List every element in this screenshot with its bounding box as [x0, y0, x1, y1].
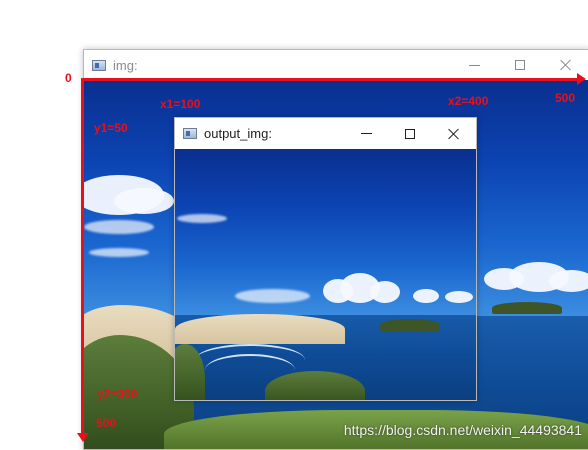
- output-window-title: output_img:: [204, 126, 272, 141]
- x1-label: x1=100: [160, 97, 201, 111]
- output-window-titlebar[interactable]: output_img:: [175, 118, 476, 149]
- cloud: [235, 289, 310, 303]
- main-maximize-button[interactable]: [497, 50, 543, 80]
- window-app-icon: [183, 128, 197, 139]
- minimize-icon: [468, 64, 480, 66]
- y1-label: y1=50: [94, 121, 128, 135]
- main-window-title: img:: [113, 57, 138, 73]
- output-image-window[interactable]: output_img:: [174, 117, 477, 401]
- output-maximize-button[interactable]: [388, 118, 432, 149]
- maximize-icon: [515, 60, 525, 70]
- sand-peninsula: [175, 314, 345, 344]
- cloud: [370, 281, 400, 303]
- output-minimize-button[interactable]: [344, 118, 388, 149]
- y2-label: y2=300: [97, 387, 138, 401]
- close-icon: [560, 59, 572, 71]
- cloud: [84, 220, 154, 234]
- y-max-label: 500: [96, 416, 117, 430]
- island: [492, 302, 562, 314]
- output-image-canvas: [175, 149, 476, 400]
- cloud: [549, 270, 588, 292]
- cloud: [89, 248, 149, 257]
- y-axis-arrow-icon: [77, 433, 89, 442]
- maximize-icon: [405, 128, 415, 139]
- cloud: [413, 289, 439, 303]
- window-app-icon: [92, 59, 106, 71]
- cloud: [177, 214, 227, 223]
- y-axis-line: [81, 78, 84, 434]
- origin-label: 0: [65, 71, 72, 85]
- watermark: https://blog.csdn.net/weixin_44493841: [343, 422, 582, 438]
- output-close-button[interactable]: [432, 118, 476, 149]
- x-axis-arrow-icon: [577, 73, 586, 85]
- cloud: [114, 188, 174, 214]
- island: [380, 319, 440, 331]
- cloud: [445, 291, 473, 303]
- main-window-titlebar[interactable]: img:: [84, 50, 588, 80]
- foreground-hill: [265, 371, 365, 400]
- x2-label: x2=400: [448, 94, 489, 108]
- minimize-icon: [360, 133, 372, 134]
- x-max-label: 500: [555, 91, 576, 105]
- main-minimize-button[interactable]: [451, 50, 497, 80]
- x-axis-line: [81, 78, 578, 81]
- close-icon: [448, 128, 460, 140]
